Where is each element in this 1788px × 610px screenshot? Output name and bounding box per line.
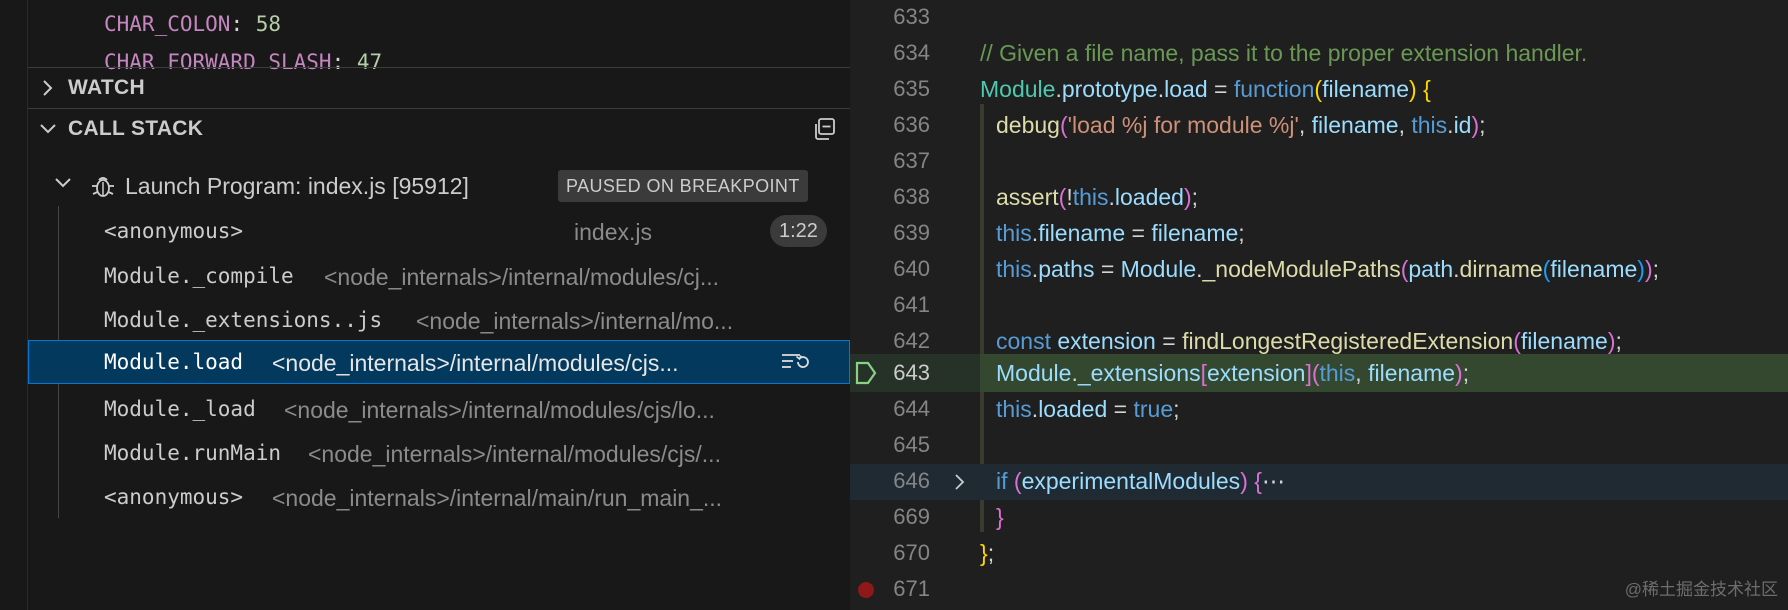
stack-frame-source: <node_internals>/internal/mo... <box>416 308 734 334</box>
current-execution-line[interactable]: 643 Module._extensions[extension](this, … <box>850 354 1788 392</box>
code-comment: // Given a file name, pass it to the pro… <box>980 40 1588 66</box>
stack-frame-row-selected[interactable]: Module.load <node_internals>/internal/mo… <box>28 340 850 384</box>
code-line[interactable]: 638 assert(!this.loaded); <box>850 180 1788 216</box>
line-number: 636 <box>893 112 930 137</box>
line-number: 671 <box>893 576 930 601</box>
line-number: 641 <box>893 292 930 317</box>
line-number: 633 <box>893 4 930 29</box>
line-column-badge: 1:22 <box>770 215 827 247</box>
line-number: 644 <box>893 396 930 421</box>
stack-frame-source: <node_internals>/internal/modules/cjs/lo… <box>284 397 715 423</box>
line-number: 640 <box>893 256 930 281</box>
watermark: @稀土掘金技术社区 <box>1624 580 1778 599</box>
line-number: 639 <box>893 220 930 245</box>
variable-row[interactable]: CHAR_COLON: 58 <box>104 12 281 36</box>
line-number: 646 <box>893 468 930 493</box>
code-line[interactable]: 641 <box>850 288 1788 324</box>
stack-frame-source: <node_internals>/internal/modules/cjs... <box>272 350 679 376</box>
stack-frame-source: index.js <box>574 219 652 245</box>
call-stack-title: CALL STACK <box>68 117 204 140</box>
bug-icon <box>90 173 116 204</box>
debug-session-label: Launch Program: index.js [95912] <box>125 173 469 199</box>
fold-chevron-right-icon[interactable] <box>953 472 967 497</box>
folded-code-line[interactable]: 646 if (experimentalModules) {⋯ <box>850 464 1788 500</box>
collapse-all-icon[interactable] <box>812 117 836 141</box>
debug-sidebar: CHAR_COLON: 58 CHAR_FORWARD_SLASH: 47 WA… <box>0 0 850 610</box>
debug-session-row[interactable]: Launch Program: index.js [95912] PAUSED … <box>28 168 850 204</box>
stack-frame-name: Module.load <box>104 350 244 374</box>
call-stack-section-header[interactable]: CALL STACK <box>28 109 850 149</box>
stack-frame-source: <node_internals>/internal/modules/cj... <box>324 264 720 290</box>
variable-name: CHAR_COLON <box>104 12 231 36</box>
stack-frame-row[interactable]: Module._load <node_internals>/internal/m… <box>28 391 850 427</box>
code-line[interactable]: 645 <box>850 428 1788 464</box>
activity-bar <box>0 0 28 610</box>
line-number: 645 <box>893 432 930 457</box>
line-number-current: 643 <box>893 360 930 385</box>
restart-frame-icon[interactable] <box>780 350 810 380</box>
code-editor[interactable]: 633 634 // Given a file name, pass it to… <box>850 0 1788 610</box>
line-number: 638 <box>893 184 930 209</box>
stack-frame-row[interactable]: <anonymous> index.js 1:22 <box>28 213 850 249</box>
stack-frame-source: <node_internals>/internal/main/run_main_… <box>272 485 723 511</box>
stack-frame-row[interactable]: Module._compile <node_internals>/interna… <box>28 258 850 294</box>
stack-frame-name: Module._load <box>104 397 256 421</box>
code-line[interactable]: 637 <box>850 144 1788 180</box>
code-line[interactable]: 639 this.filename = filename; <box>850 216 1788 252</box>
stack-frame-row[interactable]: <anonymous> <node_internals>/internal/ma… <box>28 479 850 515</box>
line-number: 642 <box>893 328 930 353</box>
stack-frame-name: Module._extensions..js <box>104 308 383 332</box>
stack-frame-name: Module._compile <box>104 264 294 288</box>
chevron-right-icon <box>28 79 68 97</box>
stack-frame-row[interactable]: Module._extensions..js <node_internals>/… <box>28 302 850 338</box>
folded-ellipsis[interactable]: ⋯ <box>1262 468 1285 494</box>
chevron-down-icon <box>54 176 72 195</box>
line-number: 637 <box>893 148 930 173</box>
code-line[interactable]: 644 this.loaded = true; <box>850 392 1788 428</box>
line-number: 635 <box>893 76 930 101</box>
code-line[interactable]: 634 // Given a file name, pass it to the… <box>850 36 1788 72</box>
stack-frame-source: <node_internals>/internal/modules/cjs/..… <box>308 441 721 467</box>
line-number: 669 <box>893 504 930 529</box>
line-number: 670 <box>893 540 930 565</box>
line-number: 634 <box>893 40 930 65</box>
code-line[interactable]: 633 <box>850 0 1788 36</box>
code-line[interactable]: 636 debug('load %j for module %j', filen… <box>850 108 1788 144</box>
stack-frame-row[interactable]: Module.runMain <node_internals>/internal… <box>28 435 850 471</box>
watch-section-header[interactable]: WATCH <box>28 68 850 108</box>
stack-frame-name: <anonymous> <box>104 485 244 509</box>
stack-frame-name: Module.runMain <box>104 441 282 465</box>
chevron-down-icon <box>28 122 68 136</box>
code-line[interactable]: 635 Module.prototype.load = function(fil… <box>850 72 1788 108</box>
paused-status-badge: PAUSED ON BREAKPOINT <box>558 170 808 202</box>
variable-value: 58 <box>255 12 282 36</box>
code-line[interactable]: 669 } <box>850 500 1788 536</box>
watch-title: WATCH <box>68 76 145 99</box>
code-line[interactable]: 670 }; <box>850 536 1788 572</box>
code-line[interactable]: 640 this.paths = Module._nodeModulePaths… <box>850 252 1788 288</box>
stack-frame-name: <anonymous> <box>104 219 244 243</box>
